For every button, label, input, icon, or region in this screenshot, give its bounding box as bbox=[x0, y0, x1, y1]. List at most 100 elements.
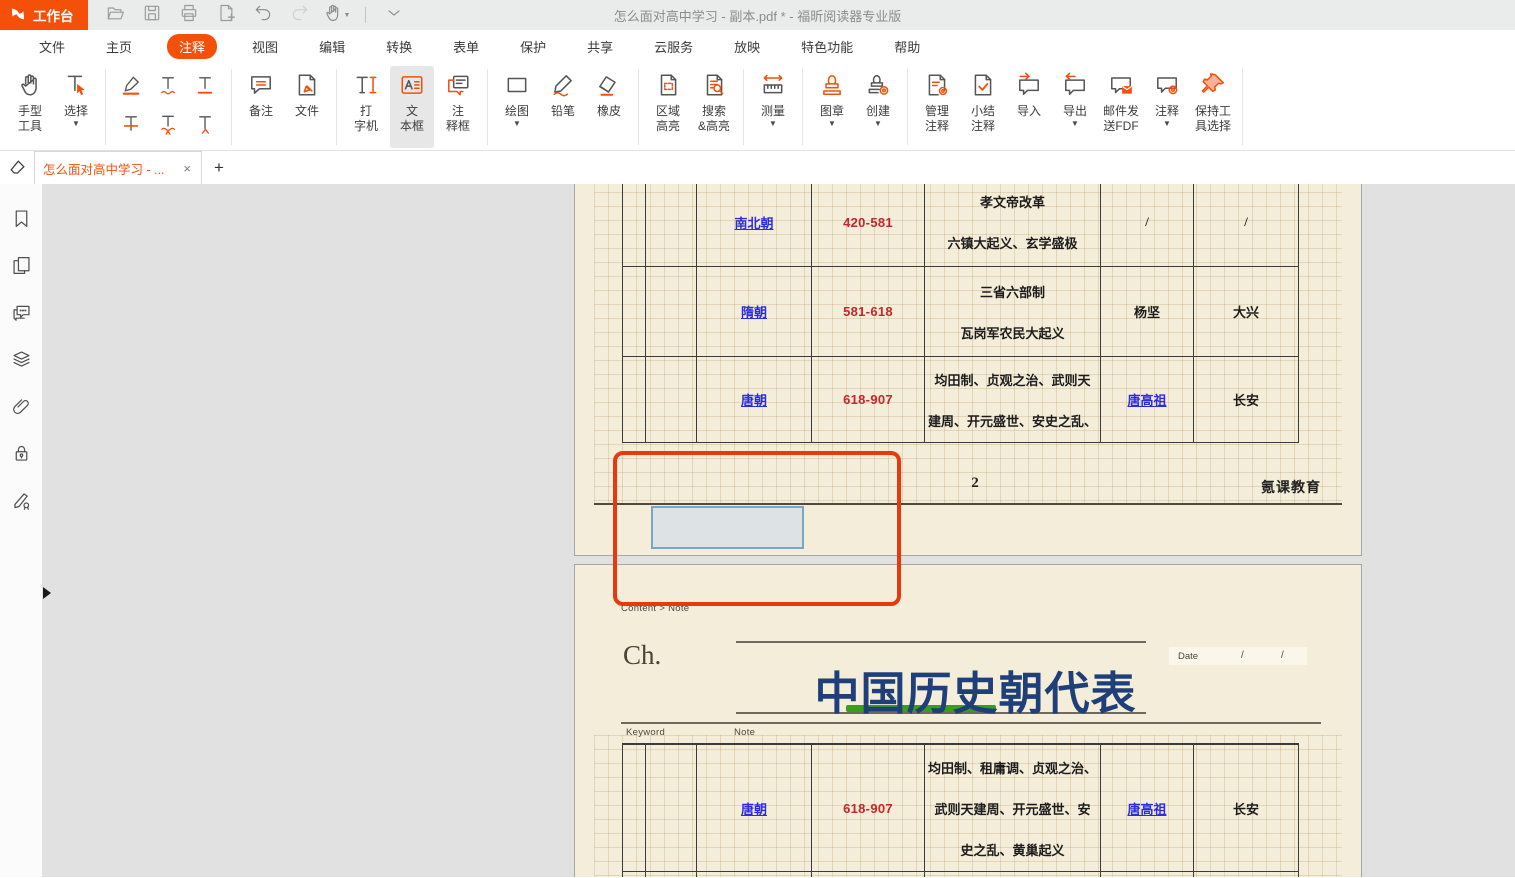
area-highlight-button[interactable]: 区域 高亮 bbox=[646, 66, 690, 148]
dynasty-link[interactable]: 唐朝 bbox=[741, 390, 767, 409]
underline-button[interactable] bbox=[190, 72, 222, 104]
sidebar-pages-button[interactable] bbox=[10, 257, 32, 279]
textbox-button[interactable]: 文 本框 bbox=[390, 66, 434, 148]
empty-cell bbox=[646, 357, 697, 442]
note-comment-button[interactable]: 备注 bbox=[239, 66, 283, 148]
menu-帮助[interactable]: 帮助 bbox=[888, 34, 926, 59]
ribbon-divider bbox=[638, 69, 639, 145]
import-comments-button[interactable]: 导入 bbox=[1007, 66, 1051, 148]
eraser-tool-icon[interactable] bbox=[0, 151, 34, 184]
comments-settings-button[interactable]: 注释▼ bbox=[1145, 66, 1189, 148]
sidebar-comments-button[interactable] bbox=[10, 304, 32, 326]
pdf-page-3: Content > Note Ch. 中国历史朝代表 Date / / Keyw… bbox=[574, 564, 1362, 877]
sidebar-layers-button[interactable] bbox=[10, 351, 32, 373]
table-row bbox=[623, 872, 1299, 877]
new-tab-button[interactable]: + bbox=[202, 151, 236, 184]
workspace-logo-button[interactable]: 工作台 bbox=[0, 0, 88, 30]
squiggly-underline-button[interactable] bbox=[153, 72, 185, 104]
insert-text-button[interactable] bbox=[190, 111, 222, 143]
dynasty-link[interactable]: 南北朝 bbox=[734, 213, 773, 232]
capital-value: / bbox=[1244, 214, 1248, 230]
pencil-button[interactable]: 铅笔 bbox=[541, 66, 585, 148]
measure-button[interactable]: 测量▼ bbox=[751, 66, 795, 148]
save-button[interactable] bbox=[141, 4, 163, 26]
founder-cell: / bbox=[1101, 184, 1194, 266]
attachment-icon bbox=[11, 396, 32, 422]
drawing-button[interactable]: 绘图▼ bbox=[495, 66, 539, 148]
underline-icon bbox=[194, 74, 217, 102]
ribbon-group: 打 字机文 本框注 释框 bbox=[344, 66, 480, 148]
replace-text-button[interactable] bbox=[153, 111, 185, 143]
signature-icon bbox=[11, 490, 32, 516]
hand-mode-button[interactable]: ▼ bbox=[326, 4, 348, 26]
hand-tool-button[interactable]: 手型 工具 bbox=[8, 66, 52, 148]
empty-cell bbox=[646, 267, 697, 356]
open-file-button[interactable] bbox=[104, 4, 126, 26]
menu-转换[interactable]: 转换 bbox=[380, 34, 418, 59]
manage-comments-button[interactable]: 管理 注释 bbox=[915, 66, 959, 148]
keep-tool-selected-button[interactable]: 保持工 具选择 bbox=[1191, 66, 1235, 148]
menu-云服务[interactable]: 云服务 bbox=[648, 34, 699, 59]
menu-表单[interactable]: 表单 bbox=[447, 34, 485, 59]
dynasty-cell: 隋朝 bbox=[697, 267, 812, 356]
ribbon-group: 管理 注释小结 注释导入导出▼邮件发 送FDF注释▼保持工 具选择 bbox=[915, 66, 1235, 148]
customize-toolbar-button[interactable] bbox=[383, 4, 405, 26]
menu-共享[interactable]: 共享 bbox=[581, 34, 619, 59]
print-button[interactable] bbox=[178, 4, 200, 26]
menu-编辑[interactable]: 编辑 bbox=[313, 34, 351, 59]
menu-特色功能[interactable]: 特色功能 bbox=[795, 34, 859, 59]
founder-cell: 唐高祖 bbox=[1101, 745, 1194, 871]
sidebar-signatures-button[interactable] bbox=[10, 492, 32, 514]
empty-cell bbox=[623, 872, 646, 877]
callout-button[interactable]: 注 释框 bbox=[436, 66, 480, 148]
event-line: 史之乱、黄巢起义 bbox=[960, 829, 1064, 870]
redo-button[interactable] bbox=[289, 4, 311, 26]
sidebar-attachments-button[interactable] bbox=[10, 398, 32, 420]
document-tab[interactable]: 怎么面对高中学习 - ... × bbox=[34, 151, 202, 184]
typewriter-button[interactable]: 打 字机 bbox=[344, 66, 388, 148]
founder-value[interactable]: 唐高祖 bbox=[1127, 390, 1166, 409]
file-attach-icon bbox=[294, 72, 320, 103]
founder-cell: 杨坚 bbox=[1101, 267, 1194, 356]
highlight-text-button[interactable] bbox=[116, 72, 148, 104]
ribbon-button-label: 注释 bbox=[1155, 104, 1179, 119]
empty-cell bbox=[646, 745, 697, 871]
ribbon-button-label: 邮件发 送FDF bbox=[1103, 104, 1139, 134]
textbox-annotation[interactable] bbox=[651, 506, 804, 549]
dynasty-link[interactable]: 唐朝 bbox=[741, 799, 767, 818]
export-comments-icon bbox=[1062, 72, 1088, 103]
email-fdf-button[interactable]: 邮件发 送FDF bbox=[1099, 66, 1143, 148]
strikeout-button[interactable] bbox=[116, 111, 148, 143]
tab-close-icon[interactable]: × bbox=[181, 161, 193, 176]
create-stamp-button[interactable]: 创建▼ bbox=[856, 66, 900, 148]
date-separator: / bbox=[1281, 650, 1284, 661]
founder-value[interactable]: 唐高祖 bbox=[1127, 799, 1166, 818]
capital-cell: / bbox=[1194, 184, 1299, 266]
export-comments-button[interactable]: 导出▼ bbox=[1053, 66, 1097, 148]
summarize-comments-button[interactable]: 小结 注释 bbox=[961, 66, 1005, 148]
squiggly-underline-icon bbox=[157, 74, 180, 102]
menu-放映[interactable]: 放映 bbox=[728, 34, 766, 59]
dynasty-link[interactable]: 隋朝 bbox=[741, 302, 767, 321]
menu-注释[interactable]: 注释 bbox=[167, 34, 217, 59]
eraser-button[interactable]: 橡皮 bbox=[587, 66, 631, 148]
search-highlight-button[interactable]: 搜索 &高亮 bbox=[692, 66, 736, 148]
document-canvas[interactable]: 南北朝420-581孝文帝改革六镇大起义、玄学盛极//隋朝581-618三省六部… bbox=[42, 184, 1515, 877]
create-pdf-button[interactable] bbox=[215, 4, 237, 26]
events-cell: 均田制、贞观之治、武则天建周、开元盛世、安史之乱、 bbox=[925, 357, 1101, 442]
dropdown-caret-icon: ▼ bbox=[874, 120, 882, 128]
sidebar-security-button[interactable] bbox=[10, 445, 32, 467]
undo-button[interactable] bbox=[252, 4, 274, 26]
select-tool-button[interactable]: 选择▼ bbox=[54, 66, 98, 148]
ribbon-button-label: 测量 bbox=[761, 104, 785, 119]
panel-expander-arrow[interactable] bbox=[43, 587, 51, 599]
sidebar-bookmarks-button[interactable] bbox=[10, 210, 32, 232]
foxit-logo-icon bbox=[10, 6, 26, 25]
menu-主页[interactable]: 主页 bbox=[100, 34, 138, 59]
menu-文件[interactable]: 文件 bbox=[33, 34, 71, 59]
file-attachment-button[interactable]: 文件 bbox=[285, 66, 329, 148]
menu-保护[interactable]: 保护 bbox=[514, 34, 552, 59]
menu-视图[interactable]: 视图 bbox=[246, 34, 284, 59]
stamp-button[interactable]: 图章▼ bbox=[810, 66, 854, 148]
ribbon-group: 测量▼ bbox=[751, 66, 795, 148]
